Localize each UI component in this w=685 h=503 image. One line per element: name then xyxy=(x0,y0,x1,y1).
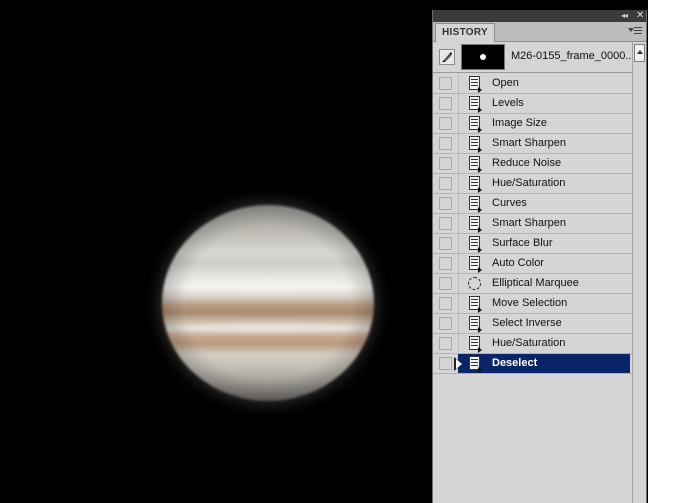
scrollbar[interactable] xyxy=(632,42,646,503)
history-state-label: Hue/Saturation xyxy=(492,177,566,189)
column-divider xyxy=(458,214,459,233)
history-state-label: Move Selection xyxy=(492,297,568,309)
document-icon xyxy=(467,316,483,333)
document-icon xyxy=(467,216,483,233)
history-state[interactable]: Levels xyxy=(433,94,632,114)
document-icon xyxy=(467,336,483,353)
column-divider xyxy=(458,174,459,193)
history-state-label: Deselect xyxy=(492,357,538,369)
scroll-thumb[interactable] xyxy=(634,44,645,62)
history-brush-source-checkbox[interactable] xyxy=(439,297,452,310)
history-brush-source-checkbox[interactable] xyxy=(439,237,452,250)
document-icon xyxy=(467,236,483,253)
history-state-label: Auto Color xyxy=(492,257,544,269)
column-divider xyxy=(458,154,459,173)
document-icon xyxy=(467,76,483,93)
scroll-up-arrow-icon xyxy=(637,50,643,54)
close-icon[interactable]: ✕ xyxy=(636,10,644,21)
history-brush-source-checkbox[interactable] xyxy=(439,117,452,130)
history-brush-source-checkbox[interactable] xyxy=(439,277,452,290)
history-state-label: Open xyxy=(492,77,519,89)
history-state-label: Smart Sharpen xyxy=(492,137,566,149)
document-icon xyxy=(467,156,483,173)
column-divider xyxy=(458,294,459,313)
history-state-label: Curves xyxy=(492,197,527,209)
column-divider xyxy=(458,94,459,113)
current-state-arrow-fill xyxy=(456,359,462,369)
history-state-label: Elliptical Marquee xyxy=(492,277,579,289)
history-state-label: Select Inverse xyxy=(492,317,562,329)
panel-menu-icon[interactable] xyxy=(628,25,642,37)
history-brush-source-checkbox[interactable] xyxy=(439,177,452,190)
snapshot-row[interactable]: M26-0155_frame_0000... xyxy=(433,42,635,73)
history-state-label: Levels xyxy=(492,97,524,109)
tab-history[interactable]: HISTORY xyxy=(435,23,495,42)
history-brush-source-icon[interactable] xyxy=(439,49,455,65)
history-state[interactable]: Auto Color xyxy=(433,254,632,274)
history-state-label: Image Size xyxy=(492,117,548,129)
window-edge xyxy=(648,0,685,503)
snapshot-thumbnail xyxy=(461,44,505,70)
column-divider xyxy=(458,134,459,153)
selection-highlight xyxy=(458,354,630,373)
history-brush-source-checkbox[interactable] xyxy=(439,317,452,330)
history-state[interactable]: Curves xyxy=(433,194,632,214)
history-list: Open Levels Image Size Smart Sharpen Reduce … xyxy=(433,74,632,374)
document-icon xyxy=(467,256,483,273)
history-state[interactable]: Smart Sharpen xyxy=(433,214,632,234)
history-brush-source-checkbox[interactable] xyxy=(439,197,452,210)
history-brush-source-checkbox[interactable] xyxy=(439,137,452,150)
panel-title-bar[interactable]: ◂◂ ✕ xyxy=(433,10,646,22)
history-state[interactable]: Reduce Noise xyxy=(433,154,632,174)
history-panel: ◂◂ ✕ HISTORY M26-0155_frame_0000... Open… xyxy=(432,10,647,503)
history-state[interactable]: Move Selection xyxy=(433,294,632,314)
column-divider xyxy=(458,114,459,133)
jupiter-image xyxy=(162,205,374,401)
document-icon xyxy=(467,176,483,193)
column-divider xyxy=(458,234,459,253)
history-brush-source-checkbox[interactable] xyxy=(439,337,452,350)
history-state[interactable]: Image Size xyxy=(433,114,632,134)
history-brush-source-checkbox[interactable] xyxy=(439,357,452,370)
document-icon xyxy=(467,136,483,153)
document-icon xyxy=(467,196,483,213)
column-divider xyxy=(458,74,459,93)
column-divider xyxy=(458,334,459,353)
column-divider xyxy=(458,254,459,273)
history-state[interactable]: Elliptical Marquee xyxy=(433,274,632,294)
history-brush-source-checkbox[interactable] xyxy=(439,77,452,90)
document-icon xyxy=(467,96,483,113)
column-divider xyxy=(458,314,459,333)
snapshot-name: M26-0155_frame_0000... xyxy=(511,50,635,62)
history-state[interactable]: Deselect xyxy=(433,354,632,374)
history-brush-source-checkbox[interactable] xyxy=(439,217,452,230)
history-brush-source-checkbox[interactable] xyxy=(439,97,452,110)
history-brush-source-checkbox[interactable] xyxy=(439,157,452,170)
history-state[interactable]: Open xyxy=(433,74,632,94)
document-icon xyxy=(467,296,483,313)
history-state[interactable]: Surface Blur xyxy=(433,234,632,254)
column-divider xyxy=(458,194,459,213)
column-divider xyxy=(458,274,459,293)
document-canvas[interactable] xyxy=(0,0,432,503)
history-state-label: Reduce Noise xyxy=(492,157,562,169)
history-state-label: Hue/Saturation xyxy=(492,337,566,349)
document-icon xyxy=(467,116,483,133)
history-state-label: Surface Blur xyxy=(492,237,553,249)
history-state[interactable]: Select Inverse xyxy=(433,314,632,334)
history-state[interactable]: Hue/Saturation xyxy=(433,334,632,354)
history-state-label: Smart Sharpen xyxy=(492,217,566,229)
collapse-icon[interactable]: ◂◂ xyxy=(621,11,628,21)
elliptical-marquee-icon xyxy=(467,276,483,292)
history-brush-source-checkbox[interactable] xyxy=(439,257,452,270)
document-icon xyxy=(467,356,483,373)
history-state[interactable]: Smart Sharpen xyxy=(433,134,632,154)
panel-tab-bar: HISTORY xyxy=(433,22,646,42)
history-state[interactable]: Hue/Saturation xyxy=(433,174,632,194)
